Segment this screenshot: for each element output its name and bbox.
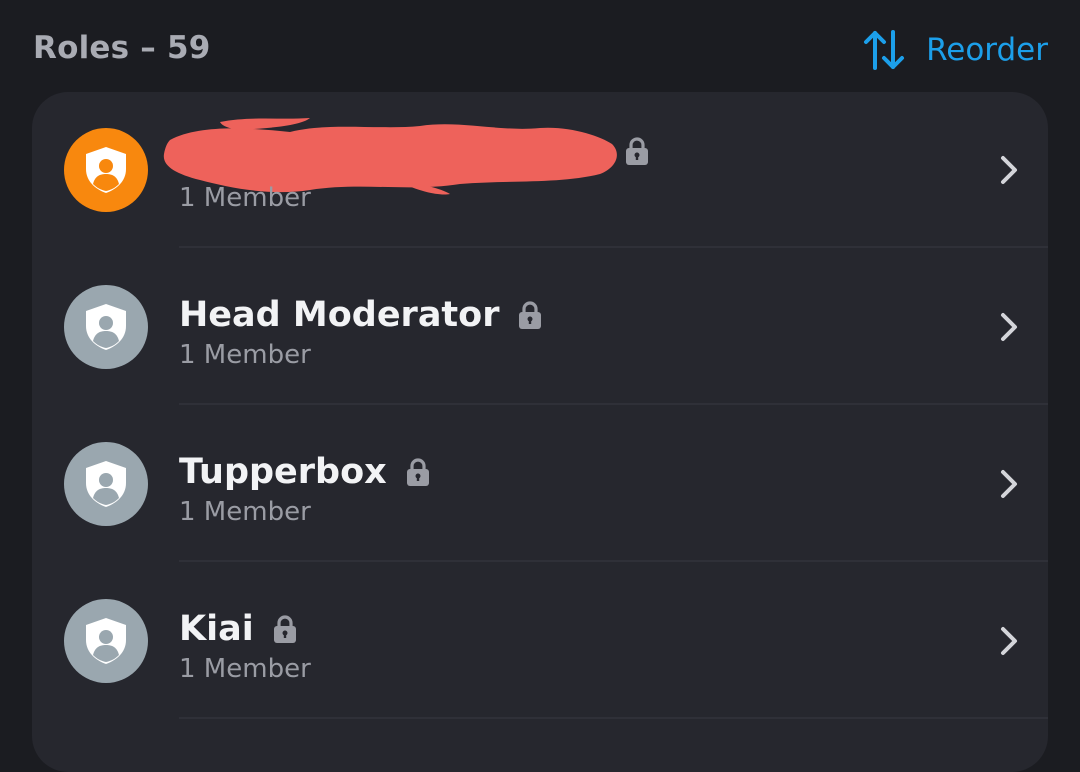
- lock-icon: [626, 137, 648, 165]
- row-divider: [179, 403, 1048, 405]
- shield-user-icon: [86, 147, 126, 193]
- roles-header: Roles – 59 Reorder: [33, 24, 1048, 76]
- role-name-line: Head Moderator: [179, 295, 543, 335]
- role-row[interactable]: Tupperbox 1 Member: [32, 406, 1048, 562]
- sort-arrows-icon: [864, 30, 905, 70]
- role-name-line: Tupperbox: [179, 452, 431, 492]
- role-avatar: [64, 599, 148, 683]
- role-name: Head Moderator: [179, 295, 500, 335]
- role-avatar: [64, 285, 148, 369]
- roles-count-title: Roles – 59: [33, 30, 211, 66]
- reorder-button[interactable]: Reorder: [862, 24, 1048, 76]
- chevron-right-icon: [1001, 627, 1017, 655]
- chevron-right-icon: [1001, 470, 1017, 498]
- role-member-count: 1 Member: [179, 497, 311, 527]
- chevron-right-icon: [1001, 156, 1017, 184]
- role-row[interactable]: 1 Member: [32, 92, 1048, 248]
- shield-user-icon: [86, 461, 126, 507]
- reorder-label: Reorder: [926, 32, 1048, 68]
- lock-icon: [406, 458, 429, 486]
- role-row[interactable]: Head Moderator 1 Member: [32, 249, 1048, 405]
- role-avatar: [64, 128, 148, 212]
- role-member-count: 1 Member: [179, 340, 311, 370]
- role-row[interactable]: Kiai 1 Member: [32, 563, 1048, 719]
- shield-user-icon: [86, 304, 126, 350]
- lock-icon: [273, 615, 296, 643]
- shield-user-icon: [86, 618, 126, 664]
- lock-icon: [519, 301, 542, 329]
- chevron-right-icon: [1001, 313, 1017, 341]
- role-member-count: 1 Member: [179, 654, 311, 684]
- role-avatar: [64, 442, 148, 526]
- row-divider: [179, 560, 1048, 562]
- roles-list: 1 Member Head Moderator 1 Member Tupperb…: [32, 92, 1048, 772]
- role-name: Tupperbox: [179, 452, 387, 492]
- role-member-count: 1 Member: [179, 183, 311, 213]
- row-divider: [179, 246, 1048, 248]
- role-name-line: Kiai: [179, 609, 298, 649]
- row-divider: [179, 717, 1048, 719]
- role-name: Kiai: [179, 609, 254, 649]
